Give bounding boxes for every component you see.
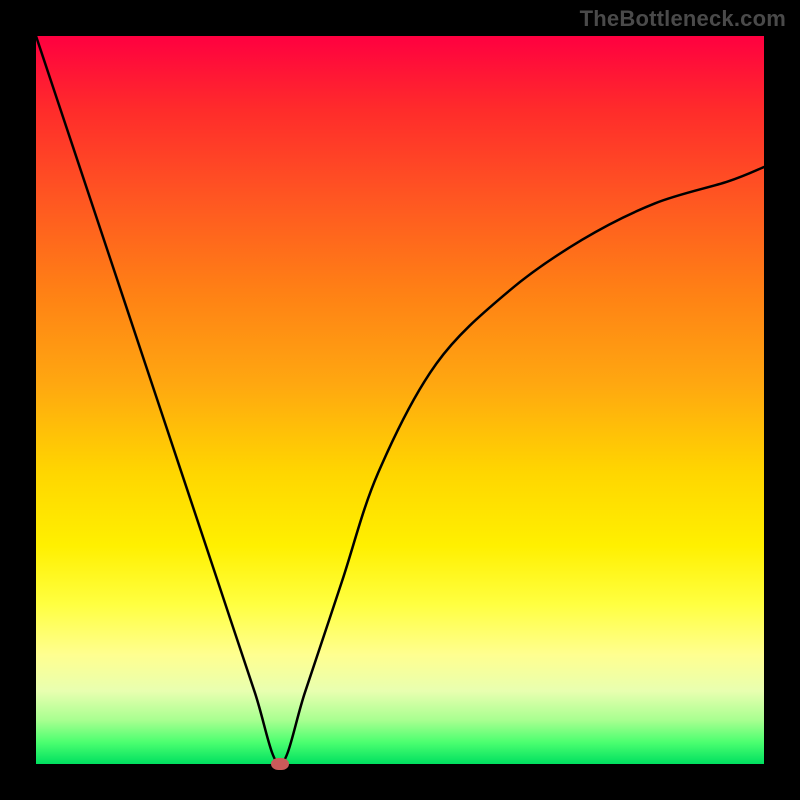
minimum-marker (271, 758, 289, 770)
chart-frame: TheBottleneck.com (0, 0, 800, 800)
bottleneck-curve (36, 36, 764, 764)
plot-area (36, 36, 764, 764)
attribution-text: TheBottleneck.com (580, 6, 786, 32)
